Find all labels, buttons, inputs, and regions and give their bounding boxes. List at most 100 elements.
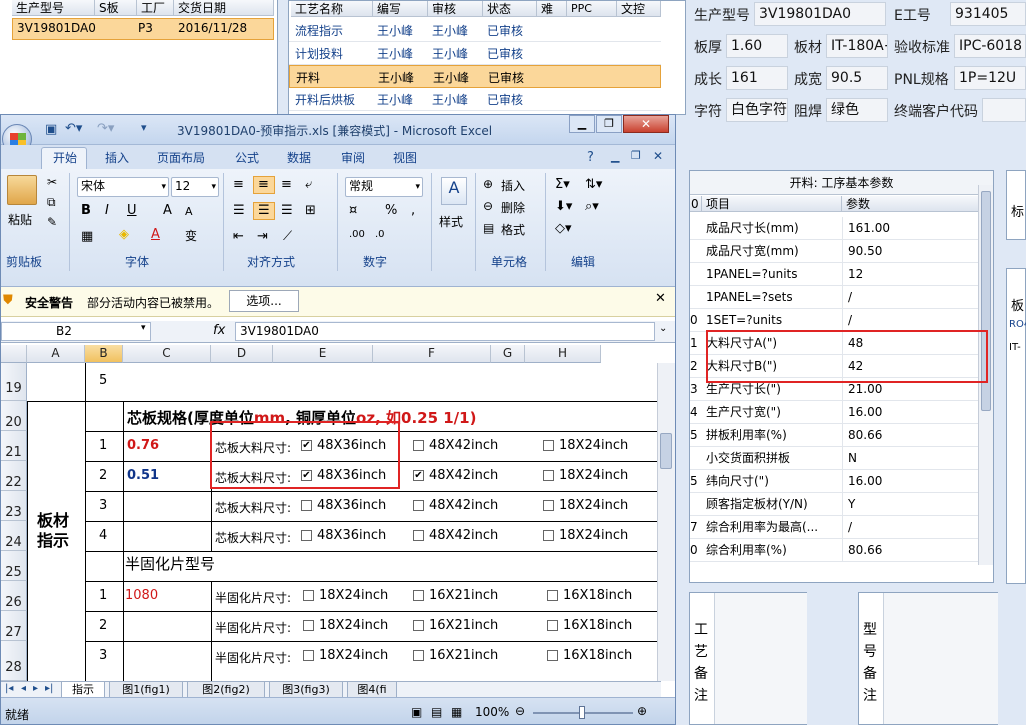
sort-filter-icon[interactable]: ⇅▾ — [585, 177, 602, 192]
autosum-icon[interactable]: Σ▾ — [555, 177, 570, 192]
style-button[interactable]: 样式 — [439, 213, 463, 230]
size-checkbox[interactable] — [543, 500, 554, 511]
save-icon[interactable]: ▣ — [45, 122, 57, 137]
zoom-out-icon[interactable]: ⊖ — [515, 704, 525, 718]
sheet-tab[interactable]: 图3(fig3) — [269, 682, 343, 698]
name-box[interactable]: B2 — [1, 322, 151, 341]
row-header[interactable]: 22 — [1, 461, 27, 491]
function-icon[interactable]: fx — [213, 323, 225, 338]
len-field[interactable]: 161 — [726, 66, 788, 90]
ribbon-min-icon[interactable]: ▁ — [611, 150, 619, 163]
insert-cells-icon[interactable]: ⊕ — [483, 177, 493, 191]
view-page-layout-icon[interactable]: ▤ — [431, 705, 442, 719]
param-row[interactable]: 1PANEL=?sets / — [690, 286, 980, 309]
shrink-font-icon[interactable]: A — [185, 205, 193, 218]
paste-icon[interactable] — [7, 175, 37, 205]
tab-review[interactable]: 审阅 — [341, 149, 365, 166]
param-row[interactable]: 5 拼板利用率(%) 80.66 — [690, 424, 980, 447]
std-field[interactable]: IPC-6018 I — [954, 34, 1026, 58]
prepreg-checkbox[interactable] — [413, 650, 424, 661]
fill-icon[interactable]: ⬇▾ — [555, 199, 572, 214]
align-bottom-icon[interactable]: ≡ — [281, 177, 292, 192]
align-top-icon[interactable]: ≡ — [233, 177, 244, 192]
font-name-select[interactable]: 宋体 ▾ — [77, 177, 169, 197]
name-box-arrow-icon[interactable]: ▾ — [141, 323, 146, 333]
decrease-indent-icon[interactable]: ⇤ — [233, 229, 244, 244]
col-header-s[interactable]: S板 — [95, 0, 137, 16]
align-right-icon[interactable]: ☰ — [281, 203, 293, 218]
sheet-nav-next-icon[interactable]: ▸ — [33, 683, 38, 694]
tab-view[interactable]: 视图 — [393, 149, 417, 166]
param-col-item[interactable]: 项目 — [702, 196, 842, 212]
col-header-process[interactable]: 工艺名称 — [291, 1, 373, 17]
size-checkbox[interactable] — [543, 530, 554, 541]
align-middle-button[interactable]: ≡ — [253, 176, 275, 194]
restore-button[interactable]: ❐ — [596, 115, 622, 133]
copy-icon[interactable]: ⧉ — [47, 195, 56, 210]
wid-field[interactable]: 90.5 — [826, 66, 888, 90]
find-select-icon[interactable]: ⌕▾ — [585, 199, 599, 214]
col-header-author[interactable]: 编写 — [373, 1, 428, 17]
sheet-vscroll-thumb[interactable] — [660, 433, 672, 469]
pnl-field[interactable]: 1P=12U — [954, 66, 1026, 90]
sheet-tab[interactable]: 指示 — [61, 682, 105, 698]
format-cells-icon[interactable]: ▤ — [483, 221, 494, 235]
grow-font-icon[interactable]: A — [163, 203, 172, 218]
help-icon[interactable]: ? — [587, 150, 594, 165]
sheet-tab[interactable]: 图2(fig2) — [187, 682, 265, 698]
row-header[interactable]: 20 — [1, 401, 27, 431]
param-row[interactable]: 1PANEL=?units 12 — [690, 263, 980, 286]
param-row[interactable]: 0 1SET=?units / — [690, 309, 980, 332]
format-cells-button[interactable]: 格式 — [501, 221, 525, 238]
sheet-nav-prev-icon[interactable]: ◂ — [21, 683, 26, 694]
close-button[interactable]: ✕ — [623, 115, 669, 133]
size-checkbox[interactable] — [413, 500, 424, 511]
row-header[interactable]: 19 — [1, 363, 27, 401]
format-painter-icon[interactable]: ✎ — [47, 215, 57, 229]
row-header[interactable]: 26 — [1, 581, 27, 611]
cut-icon[interactable]: ✂ — [47, 175, 57, 189]
size-checkbox[interactable] — [413, 440, 424, 451]
font-color-icon[interactable]: A — [151, 227, 160, 242]
tab-insert[interactable]: 插入 — [105, 149, 129, 166]
param-row[interactable]: 成品尺寸宽(mm) 90.50 — [690, 240, 980, 263]
prepreg-checkbox[interactable] — [413, 590, 424, 601]
column-header[interactable]: F — [373, 345, 491, 363]
style-icon[interactable]: A — [441, 177, 467, 205]
zoom-in-icon[interactable]: ⊕ — [637, 704, 647, 718]
prepreg-checkbox[interactable] — [547, 590, 558, 601]
col-header-reviewer[interactable]: 审核 — [428, 1, 483, 17]
tab-formulas[interactable]: 公式 — [235, 149, 259, 166]
formula-input[interactable]: 3V19801DA0 — [235, 322, 655, 341]
col-header-doc[interactable]: 文控 — [617, 1, 661, 17]
size-checkbox[interactable] — [543, 470, 554, 481]
tab-page-layout[interactable]: 页面布局 — [157, 149, 205, 166]
prepreg-checkbox[interactable] — [303, 620, 314, 631]
process-row[interactable]: 计划投料 王小峰 王小峰 已审核 — [289, 42, 661, 65]
security-close-icon[interactable]: ✕ — [655, 291, 666, 306]
wrap-text-icon[interactable]: ⤶ — [305, 177, 312, 192]
column-header[interactable]: B — [85, 345, 123, 363]
undo-icon[interactable]: ↶▾ — [65, 121, 82, 136]
model-note-input[interactable] — [883, 593, 998, 724]
prepreg-checkbox[interactable] — [547, 650, 558, 661]
redo-icon[interactable]: ↷▾ — [97, 121, 114, 136]
param-row[interactable]: 4 生产尺寸宽(") 16.00 — [690, 401, 980, 424]
align-center-button[interactable]: ☰ — [253, 202, 275, 220]
param-row[interactable]: 5 纬向尺寸(") 16.00 — [690, 470, 980, 493]
comma-icon[interactable]: , — [411, 203, 415, 218]
order-row-selected[interactable]: 3V19801DA0 P3 2016/11/28 — [12, 18, 274, 40]
col-header-model[interactable]: 生产型号 — [12, 0, 95, 16]
security-options-button[interactable]: 选项... — [229, 290, 299, 312]
zoom-slider-thumb[interactable] — [579, 706, 585, 719]
size-checkbox[interactable] — [543, 440, 554, 451]
col-header-difficulty[interactable]: 难 — [537, 1, 567, 17]
side-tab-b[interactable]: 板 — [1011, 295, 1024, 314]
thick-field[interactable]: 1.60 — [726, 34, 788, 58]
column-header[interactable]: G — [491, 345, 525, 363]
size-checkbox[interactable]: ✔ — [413, 470, 424, 481]
col-header-status[interactable]: 状态 — [483, 1, 537, 17]
sheet-nav-first-icon[interactable]: |◂ — [5, 683, 13, 694]
param-row[interactable]: 顾客指定板材(Y/N) Y — [690, 493, 980, 516]
mask-field[interactable]: 绿色 — [826, 98, 888, 122]
